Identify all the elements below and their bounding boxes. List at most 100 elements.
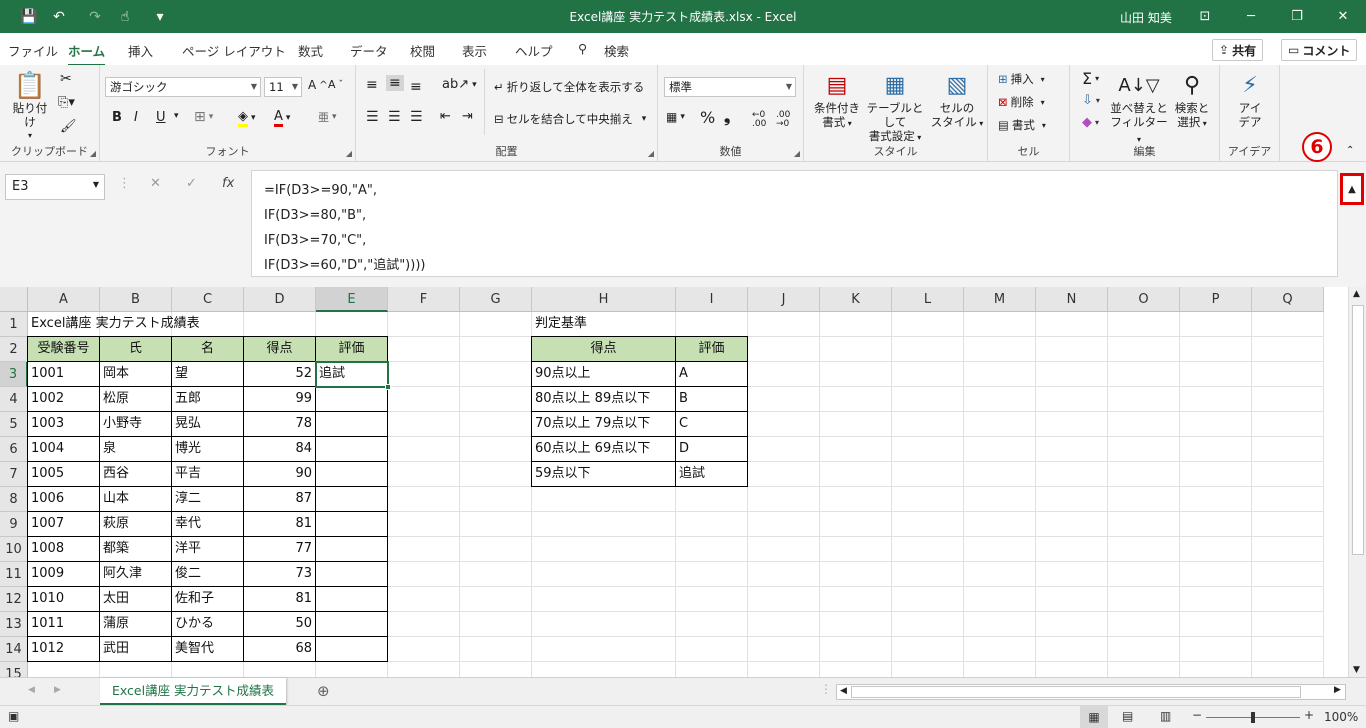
grid-cell[interactable] [892, 662, 964, 677]
grid-cell[interactable] [892, 412, 964, 437]
grid-cell[interactable] [1036, 637, 1108, 662]
grid-cell[interactable] [892, 487, 964, 512]
grid-cell[interactable] [1180, 662, 1252, 677]
grid-cell[interactable] [532, 637, 676, 662]
grid-cell[interactable] [1108, 587, 1180, 612]
grid-cell[interactable] [748, 312, 820, 337]
grid-cell[interactable] [532, 512, 676, 537]
criteria-cell[interactable]: 60点以上 69点以下 [531, 436, 676, 462]
clipboard-launcher-icon[interactable]: ◢ [90, 149, 96, 158]
grid-cell[interactable] [460, 362, 532, 387]
table-cell[interactable] [315, 636, 388, 662]
grid-cell[interactable] [172, 662, 244, 677]
table-cell[interactable]: 阿久津 [99, 561, 172, 587]
grid-cell[interactable] [316, 662, 388, 677]
collapse-formula-bar-button[interactable]: ▲ [1340, 173, 1364, 205]
align-left-icon[interactable]: ☰ [366, 109, 379, 125]
table-cell[interactable]: 小野寺 [99, 411, 172, 437]
grid-cell[interactable] [1252, 337, 1324, 362]
grid-cell[interactable] [388, 612, 460, 637]
grid-cell[interactable] [532, 587, 676, 612]
grid-cell[interactable] [532, 487, 676, 512]
grid-cell[interactable] [676, 662, 748, 677]
grid-cell[interactable] [748, 562, 820, 587]
orientation-icon[interactable]: ab↗ ▾ [442, 77, 477, 92]
column-header[interactable]: Q [1252, 287, 1324, 312]
table-cell[interactable] [315, 486, 388, 512]
grid-cell[interactable] [1180, 437, 1252, 462]
grid-cell[interactable] [1252, 487, 1324, 512]
bold-button[interactable]: B [112, 110, 122, 125]
grid-cell[interactable] [1180, 312, 1252, 337]
criteria-cell[interactable]: A [675, 361, 748, 387]
format-cells-button[interactable]: ▤ 書式 ▾ [998, 117, 1046, 133]
vertical-scrollbar[interactable]: ▲ ▼ [1348, 287, 1366, 677]
table-cell[interactable] [315, 586, 388, 612]
grid-cell[interactable] [460, 412, 532, 437]
grid-cell[interactable] [964, 637, 1036, 662]
table-cell[interactable]: 99 [243, 386, 316, 412]
table-cell[interactable]: 87 [243, 486, 316, 512]
grid-cell[interactable] [820, 612, 892, 637]
close-icon[interactable]: ✕ [1328, 5, 1358, 27]
row-header[interactable]: 14 [0, 637, 28, 662]
split-handle-icon[interactable]: ⋮ [820, 682, 832, 696]
grid-cell[interactable] [1036, 412, 1108, 437]
insert-function-icon[interactable]: fx [222, 176, 234, 191]
grid-cell[interactable] [892, 312, 964, 337]
criteria-cell[interactable]: D [675, 436, 748, 462]
grid-cell[interactable] [820, 362, 892, 387]
decrease-font-icon[interactable]: Aˇ [328, 78, 343, 91]
grid-cell[interactable] [1036, 587, 1108, 612]
grid-cell[interactable] [460, 312, 532, 337]
align-center-icon[interactable]: ☰ [388, 109, 401, 125]
table-cell[interactable]: 博光 [171, 436, 244, 462]
grid-cell[interactable] [748, 487, 820, 512]
grid-cell[interactable] [460, 487, 532, 512]
table-cell[interactable]: 洋平 [171, 536, 244, 562]
table-cell[interactable]: 68 [243, 636, 316, 662]
minimize-icon[interactable]: ─ [1236, 5, 1266, 27]
row-header[interactable]: 10 [0, 537, 28, 562]
scroll-left-icon[interactable]: ◀ [840, 686, 847, 696]
name-box[interactable]: E3 ▼ [5, 174, 105, 200]
grid-cell[interactable] [1036, 312, 1108, 337]
grid-cell[interactable] [1180, 637, 1252, 662]
zoom-in-icon[interactable]: + [1304, 708, 1314, 722]
underline-button[interactable]: U [156, 110, 166, 125]
format-as-table-button[interactable]: ▦ テーブルとして 書式設定 ▾ [862, 71, 928, 145]
grid-cell[interactable] [748, 337, 820, 362]
phonetic-icon[interactable]: 亜 ▾ [318, 109, 337, 125]
grid-cell[interactable] [460, 637, 532, 662]
grid-cell[interactable] [964, 587, 1036, 612]
tab-data[interactable]: データ [350, 41, 388, 60]
grid-cell[interactable] [820, 512, 892, 537]
paste-button[interactable]: 📋 貼り付け ▾ [8, 71, 52, 143]
grid-cell[interactable] [964, 562, 1036, 587]
column-header[interactable]: M [964, 287, 1036, 312]
grid-cell[interactable] [388, 662, 460, 677]
grid-cell[interactable] [388, 312, 460, 337]
table-cell[interactable]: 1010 [27, 586, 100, 612]
row-header[interactable]: 12 [0, 587, 28, 612]
grid-cell[interactable] [892, 387, 964, 412]
criteria-cell[interactable]: 70点以上 79点以下 [531, 411, 676, 437]
grid-cell[interactable] [964, 537, 1036, 562]
grid-cell[interactable] [748, 387, 820, 412]
autosum-icon[interactable]: Σ ▾ [1082, 69, 1099, 88]
grid-cell[interactable] [388, 637, 460, 662]
grid-cell[interactable] [532, 562, 676, 587]
tab-review[interactable]: 校閲 [410, 41, 435, 60]
table-cell[interactable]: 1004 [27, 436, 100, 462]
collapse-ribbon-icon[interactable]: ⌃ [1346, 145, 1354, 156]
cancel-icon[interactable]: ✕ [150, 176, 161, 191]
cell-styles-button[interactable]: ▧ セルの スタイル ▾ [930, 71, 984, 131]
table-cell[interactable]: 1001 [27, 361, 100, 387]
table-cell[interactable]: 81 [243, 511, 316, 537]
grid-cell[interactable] [964, 662, 1036, 677]
table-cell[interactable]: 西谷 [99, 461, 172, 487]
table-header-cell[interactable]: 受験番号 [27, 336, 100, 362]
enter-icon[interactable]: ✓ [186, 176, 197, 191]
grid-cell[interactable] [460, 387, 532, 412]
grid-cell[interactable] [892, 362, 964, 387]
